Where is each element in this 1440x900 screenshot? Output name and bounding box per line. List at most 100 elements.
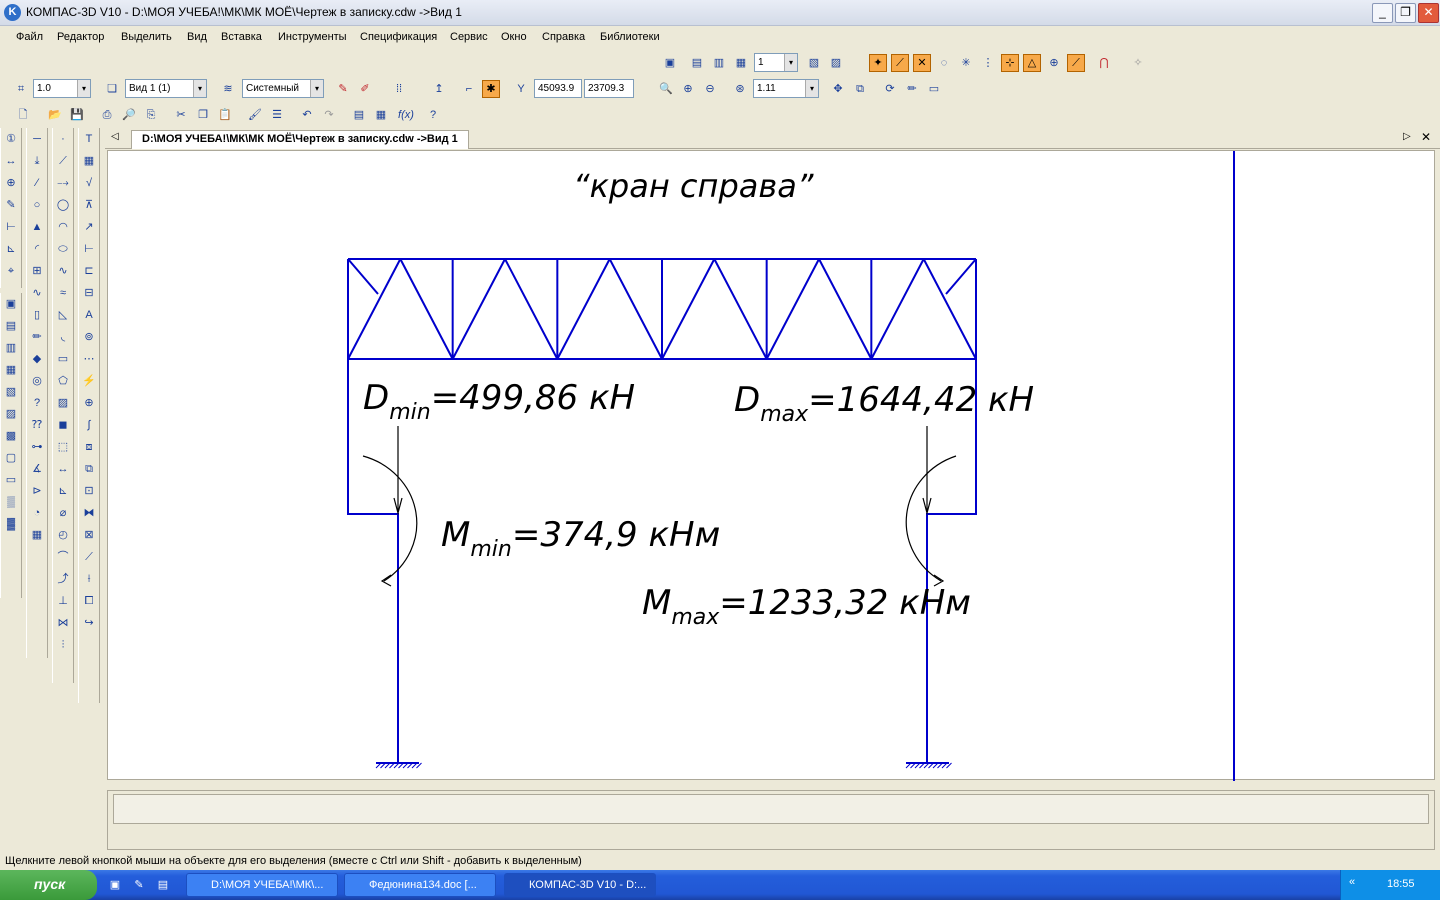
- spline-icon[interactable]: ∿: [54, 261, 72, 281]
- symbols-icon[interactable]: ⊕: [2, 173, 20, 193]
- leader2-icon[interactable]: ↗: [80, 217, 98, 237]
- snap-middle-icon[interactable]: ⟋: [891, 54, 909, 72]
- quicklaunch-tools-icon[interactable]: ✎: [130, 876, 148, 894]
- circle-icon[interactable]: ○: [28, 195, 46, 215]
- geometry-icon[interactable]: ①: [2, 129, 20, 149]
- pan-icon[interactable]: ✥: [829, 80, 847, 98]
- menu-libraries[interactable]: Библиотеки: [600, 31, 660, 43]
- snap-center-icon[interactable]: ⊕: [1045, 54, 1063, 72]
- view-select[interactable]: Вид 1 (1) ▾: [125, 79, 207, 98]
- roughness-icon[interactable]: √: [80, 173, 98, 193]
- linear-dim-icon[interactable]: ↔: [54, 459, 72, 479]
- properties-list-icon[interactable]: ☰: [268, 106, 286, 124]
- wave-icon[interactable]: ∫: [80, 415, 98, 435]
- view2-icon[interactable]: ⧈: [80, 437, 98, 457]
- print-icon[interactable]: ⎙: [98, 106, 116, 124]
- tab-scroll-left-icon[interactable]: ◁: [111, 131, 119, 142]
- chain-icon[interactable]: ⫶: [54, 635, 72, 655]
- quicklaunch-kompas-icon[interactable]: ▣: [106, 876, 124, 894]
- segment-icon[interactable]: ⤍: [54, 173, 72, 193]
- snap-tangent-icon[interactable]: ◌: [935, 54, 953, 72]
- table-icon[interactable]: ⊞: [28, 261, 46, 281]
- paste-icon[interactable]: 📋: [216, 106, 234, 124]
- aux-line-icon[interactable]: ⟋: [54, 151, 72, 171]
- close-button[interactable]: ✕: [1418, 3, 1439, 23]
- params-icon[interactable]: ⊢: [2, 217, 20, 237]
- menu-file[interactable]: Файл: [16, 31, 43, 43]
- hatch-line-icon[interactable]: ⁄: [28, 173, 46, 193]
- page-number-select[interactable]: 1 ▾: [754, 53, 798, 72]
- lightning-icon[interactable]: ⚡: [80, 371, 98, 391]
- poly-spline-icon[interactable]: ≈: [54, 283, 72, 303]
- leader-icon[interactable]: ⤴: [54, 569, 72, 589]
- break2-icon[interactable]: ⟋: [80, 547, 98, 567]
- fragment-icon[interactable]: ▩: [2, 426, 20, 446]
- page-icon[interactable]: ▣: [661, 54, 679, 72]
- bezier-icon[interactable]: ∿: [28, 283, 46, 303]
- help-pointer-icon[interactable]: ?: [424, 106, 442, 124]
- page-prev-icon[interactable]: ▥: [710, 54, 728, 72]
- snap-normal-icon[interactable]: △: [1023, 54, 1041, 72]
- diameter-icon[interactable]: ⌀: [54, 503, 72, 523]
- grid-dim-icon[interactable]: ▦: [28, 525, 46, 545]
- fill-icon[interactable]: ◆: [28, 349, 46, 369]
- copy-icon[interactable]: ⎘: [142, 106, 160, 124]
- polygon-icon[interactable]: ⬠: [54, 371, 72, 391]
- radial-icon[interactable]: ◴: [54, 525, 72, 545]
- page-first-icon[interactable]: ▤: [688, 54, 706, 72]
- snap-point-icon[interactable]: ✦: [869, 54, 887, 72]
- pencil-icon[interactable]: ✏: [28, 327, 46, 347]
- dim-angle-icon[interactable]: ⊾: [54, 481, 72, 501]
- zoom-select[interactable]: 1.11 ▾: [753, 79, 819, 98]
- deform-icon[interactable]: ⊠: [80, 525, 98, 545]
- coord-y-field[interactable]: 23709.3: [584, 79, 634, 98]
- tab-close-icon[interactable]: ✕: [1421, 130, 1431, 144]
- view-icon-2[interactable]: ▧: [2, 382, 20, 402]
- open-icon[interactable]: 📂: [46, 106, 64, 124]
- rectangle-icon[interactable]: ▭: [54, 349, 72, 369]
- redo-icon[interactable]: ↷: [320, 106, 338, 124]
- zoom-scale-icon[interactable]: ⊛: [731, 80, 749, 98]
- step-select[interactable]: 1.0 ▾: [33, 79, 91, 98]
- restore-button[interactable]: ❐: [1395, 3, 1416, 23]
- explode-icon[interactable]: ⧠: [80, 591, 98, 611]
- node-icon[interactable]: ⊶: [28, 437, 46, 457]
- format-brush-icon[interactable]: 🖌: [246, 106, 264, 124]
- display-icon[interactable]: ▭: [925, 80, 943, 98]
- mirror-icon[interactable]: ⧓: [80, 503, 98, 523]
- point-icon[interactable]: ▲: [28, 217, 46, 237]
- menu-insert[interactable]: Вставка: [221, 31, 262, 43]
- disabled-icon[interactable]: ◎: [28, 371, 46, 391]
- page-next-icon[interactable]: ▧: [805, 54, 823, 72]
- circle2-icon[interactable]: ◯: [54, 195, 72, 215]
- page-last-icon[interactable]: ▨: [827, 54, 845, 72]
- dimensions-icon[interactable]: ↔: [2, 151, 20, 171]
- manager-icon[interactable]: ▤: [350, 106, 368, 124]
- snap-toggle-icon[interactable]: ✱: [482, 80, 500, 98]
- clear-properties-icon[interactable]: ✐: [356, 80, 374, 98]
- arrow-dim-icon[interactable]: ⊳: [28, 481, 46, 501]
- coord-x-field[interactable]: 45093.9: [534, 79, 582, 98]
- arc2-icon[interactable]: ◠: [54, 217, 72, 237]
- task-explorer[interactable]: D:\МОЯ УЧЕБА!\МК\...: [186, 873, 338, 897]
- drawing-canvas[interactable]: “кран справа” Dmin=499,86 кН Dmax=1644,4…: [107, 150, 1435, 781]
- local-cs-icon[interactable]: ↥: [430, 80, 448, 98]
- quicklaunch-doc-icon[interactable]: ▤: [154, 876, 172, 894]
- rect-icon[interactable]: ▯: [28, 305, 46, 325]
- trim-icon[interactable]: ↪: [80, 613, 98, 633]
- object-help-icon[interactable]: ?: [28, 393, 46, 413]
- menu-select[interactable]: Выделить: [121, 31, 172, 43]
- radius-icon[interactable]: ◔: [28, 503, 46, 523]
- layer-style-select[interactable]: Системный ▾: [242, 79, 324, 98]
- hatch2-icon[interactable]: ▨: [54, 393, 72, 413]
- save-icon[interactable]: 💾: [68, 106, 86, 124]
- mark-icon[interactable]: ⊏: [80, 261, 98, 281]
- cut-icon[interactable]: ✂: [172, 106, 190, 124]
- snap-grid-icon[interactable]: ⋮: [979, 54, 997, 72]
- magnet-icon[interactable]: ⋂: [1095, 54, 1113, 72]
- arc-dim-icon[interactable]: ⌒: [54, 547, 72, 567]
- task-word[interactable]: Федюнина134.doc [...: [344, 873, 496, 897]
- task-kompas[interactable]: КОМПАС-3D V10 - D:...: [504, 873, 656, 897]
- table2-icon[interactable]: ▦: [80, 151, 98, 171]
- menu-help[interactable]: Справка: [542, 31, 585, 43]
